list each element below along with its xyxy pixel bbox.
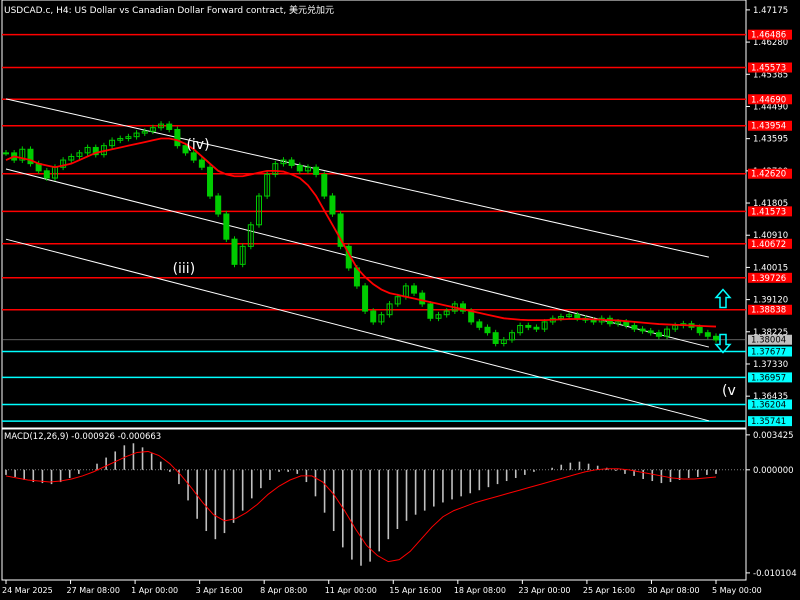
candle-body — [468, 310, 475, 323]
resistance-price-label: 1.46486 — [751, 31, 786, 41]
candle-body — [174, 128, 181, 147]
channel-line — [5, 238, 710, 422]
macd-tick-label: -0.010104 — [753, 569, 797, 579]
current-price-label: 1.38004 — [751, 336, 786, 346]
price-tick-label: 1.37330 — [753, 360, 788, 370]
main-plot-frame — [1, 0, 747, 429]
candle-body — [533, 326, 540, 330]
wave-label-iv: (iv) — [186, 136, 210, 153]
macd-tick-label: 0.003425 — [753, 431, 794, 441]
candle-body — [215, 195, 222, 215]
time-tick-label: 24 Mar 2025 — [2, 586, 53, 595]
resistance-price-label: 1.38838 — [751, 306, 786, 316]
candle-body — [207, 166, 214, 197]
time-tick-label: 3 Apr 16:00 — [196, 586, 243, 595]
candle-body — [696, 326, 703, 334]
candle-body — [419, 292, 426, 305]
resistance-price-label: 1.43954 — [751, 122, 786, 132]
candle-body — [484, 326, 491, 334]
support-price-label: 1.35741 — [751, 417, 786, 427]
candle-body — [198, 159, 205, 168]
support-price-label: 1.36204 — [751, 400, 786, 410]
time-tick-label: 25 Apr 16:00 — [583, 586, 635, 595]
candle-body — [231, 238, 238, 265]
resistance-price-label: 1.45573 — [751, 64, 786, 74]
time-tick-label: 23 Apr 00:00 — [518, 586, 570, 595]
arrow-up-icon — [714, 288, 732, 309]
moving-average-line — [5, 137, 717, 328]
price-chart-canvas[interactable]: 1.471751.462801.453851.444901.435951.427… — [0, 0, 800, 600]
time-tick-label: 11 Apr 00:00 — [325, 586, 377, 595]
chart-window: { "chart_title": "USDCAD.c, H4: US Dolla… — [0, 0, 800, 600]
candle-body — [704, 332, 711, 337]
candle-body — [574, 314, 581, 319]
price-tick-label: 1.47175 — [753, 6, 788, 16]
time-tick-label: 18 Apr 08:00 — [454, 586, 506, 595]
support-price-label: 1.37677 — [751, 347, 786, 357]
candle-body — [43, 170, 50, 179]
candle-body — [190, 152, 197, 161]
macd-tick-label: 0.000000 — [753, 466, 794, 476]
resistance-price-label: 1.41573 — [751, 207, 786, 217]
candle-body — [321, 173, 328, 197]
candle-body — [713, 335, 719, 341]
support-price-label: 1.36957 — [751, 373, 786, 383]
time-tick-label: 27 Mar 08:00 — [67, 586, 120, 595]
candle-body — [647, 330, 654, 334]
time-tick-label: 30 Apr 08:00 — [647, 586, 699, 595]
time-tick-label: 1 Apr 00:00 — [131, 586, 178, 595]
candle-body — [590, 319, 597, 323]
candle-body — [362, 285, 369, 312]
candle-body — [288, 159, 295, 166]
candle-body — [370, 310, 377, 323]
candle-body — [492, 332, 499, 344]
resistance-price-label: 1.44690 — [751, 95, 786, 105]
candle-body — [525, 324, 532, 328]
resistance-price-label: 1.42620 — [751, 170, 786, 180]
candle-body — [639, 328, 646, 332]
channel-line — [5, 98, 710, 258]
price-tick-label: 1.43595 — [753, 135, 788, 145]
candle-body — [3, 152, 9, 155]
resistance-price-label: 1.39726 — [751, 274, 786, 284]
candle-body — [296, 164, 303, 172]
candle-body — [411, 285, 418, 294]
candle-body — [427, 303, 434, 319]
candle-body — [313, 166, 320, 175]
wave-label-iii: (iii) — [172, 260, 196, 277]
candle-body — [476, 321, 483, 328]
time-tick-label: 8 Apr 08:00 — [260, 586, 307, 595]
candle-body — [166, 123, 173, 130]
time-tick-label: 5 May 00:00 — [712, 586, 762, 595]
candle-body — [329, 195, 336, 215]
candle-body — [623, 321, 630, 326]
price-tick-label: 1.39120 — [753, 296, 788, 306]
time-tick-label: 15 Apr 16:00 — [389, 586, 441, 595]
candle-body — [223, 213, 230, 240]
candle-body — [655, 332, 662, 337]
price-tick-label: 1.40015 — [753, 263, 788, 273]
resistance-price-label: 1.40672 — [751, 240, 786, 250]
wave-label-v: (v — [722, 383, 736, 400]
candle-body — [631, 324, 638, 330]
macd-plot-frame — [1, 428, 747, 581]
